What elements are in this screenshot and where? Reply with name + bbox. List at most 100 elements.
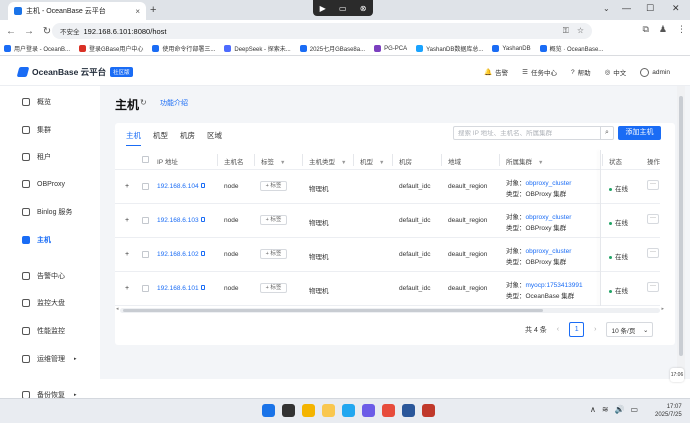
maximize-button[interactable]: ☐ — [646, 3, 654, 14]
cluster-link[interactable]: obproxy_cluster — [526, 214, 572, 221]
header-item-task[interactable]: ☰ 任务中心 — [522, 67, 557, 77]
profile-icon[interactable]: ♟ — [659, 24, 667, 35]
bookmark-item[interactable]: YashanDB数据库总... — [416, 44, 483, 53]
omnibox[interactable]: 不安全 192.168.6.101:8080/host ⚿ ☆ — [52, 23, 592, 39]
tab-3[interactable]: 区域 — [207, 130, 222, 146]
expand-row-icon[interactable]: + — [125, 285, 129, 292]
filter-icon[interactable]: ▼ — [538, 160, 543, 166]
bookmark-item[interactable]: YashanDB — [492, 45, 531, 52]
forward-icon[interactable]: → — [22, 26, 36, 37]
prev-page-icon[interactable]: ‹ — [557, 326, 559, 333]
copy-icon[interactable] — [200, 251, 205, 256]
sidebar-item-0[interactable]: 概览 — [0, 93, 100, 111]
bookmark-item[interactable]: 2025七月GBase8a... — [299, 44, 365, 53]
more-actions-button[interactable]: ··· — [647, 282, 659, 292]
show-hidden-icons-icon[interactable]: ∧ — [590, 405, 596, 414]
header-item-bell[interactable]: 🔔 告警 — [484, 67, 508, 77]
filter-icon[interactable]: ▼ — [280, 160, 285, 166]
row-checkbox[interactable] — [142, 183, 149, 190]
more-actions-button[interactable]: ··· — [647, 180, 659, 190]
search-input[interactable] — [454, 129, 600, 137]
column-header-status[interactable]: 状态 — [609, 156, 622, 166]
notification-time[interactable]: 17:06 — [670, 368, 684, 382]
select-all-checkbox[interactable] — [142, 156, 149, 163]
scroll-right-icon[interactable]: ▸ — [661, 306, 664, 312]
add-tag-button[interactable]: + 标签 — [260, 249, 287, 259]
row-checkbox[interactable] — [142, 251, 149, 258]
security-warning[interactable]: 不安全 — [60, 26, 80, 36]
column-header-host-type[interactable]: 主机类型 ▼ — [309, 156, 346, 166]
bookmark-item[interactable]: 概览 · OceanBase... — [539, 44, 603, 53]
app-logo[interactable]: OceanBase 云平台 社区版 — [16, 66, 133, 78]
browser-menu-icon[interactable]: ⋮ — [677, 24, 686, 35]
chrome-icon[interactable] — [302, 404, 315, 417]
host-ip-link[interactable]: 192.168.6.104 — [157, 183, 205, 190]
bookmark-item[interactable]: 登录GBase用户中心 — [79, 44, 143, 53]
more-actions-button[interactable]: ··· — [647, 214, 659, 224]
wifi-icon[interactable]: ≋ — [602, 405, 609, 414]
more-actions-button[interactable]: ··· — [647, 248, 659, 258]
add-tag-button[interactable]: + 标签 — [260, 215, 287, 225]
header-item-user[interactable]: admin — [640, 67, 670, 77]
expand-row-icon[interactable]: + — [125, 251, 129, 258]
play-icon[interactable]: ▶ — [320, 4, 326, 13]
column-header-ip[interactable]: IP 地址 — [157, 156, 178, 166]
sidebar-item-4[interactable]: Binlog 服务 — [0, 203, 100, 221]
column-header-hostname[interactable]: 主机名 — [224, 156, 244, 166]
file-explorer-icon[interactable] — [322, 404, 335, 417]
copy-icon[interactable] — [200, 285, 205, 290]
system-clock[interactable]: 17:07 2025/7/25 — [655, 403, 682, 419]
game-icon[interactable] — [382, 404, 395, 417]
vscode-icon[interactable] — [342, 404, 355, 417]
row-checkbox[interactable] — [142, 285, 149, 292]
host-ip-link[interactable]: 192.168.6.102 — [157, 251, 205, 258]
horizontal-scrollbar[interactable]: ◂ ▸ — [116, 306, 664, 313]
cluster-link[interactable]: myocp:1753413991 — [526, 282, 583, 289]
browser-tab[interactable]: 主机 - OceanBase 云平台 × — [8, 2, 146, 20]
bookmark-star-icon[interactable]: ☆ — [577, 26, 584, 36]
expand-row-icon[interactable]: + — [125, 183, 129, 190]
back-icon[interactable]: ← — [4, 26, 18, 37]
tab-1[interactable]: 机型 — [153, 130, 168, 146]
screen-icon[interactable]: ▭ — [339, 4, 347, 13]
column-header-tag[interactable]: 标签 ▼ — [261, 156, 285, 166]
tab-2[interactable]: 机房 — [180, 130, 195, 146]
search-icon[interactable]: ⌕ — [600, 127, 613, 139]
stop-icon[interactable]: ⊗ — [360, 4, 367, 13]
snipping-icon[interactable] — [362, 404, 375, 417]
extensions-icon[interactable]: ⧉ — [642, 24, 648, 35]
windows-start-icon[interactable] — [262, 404, 275, 417]
column-header-actions[interactable]: 操作 — [647, 156, 660, 166]
sidebar-item-1[interactable]: 集群 — [0, 121, 100, 139]
word-icon[interactable] — [402, 404, 415, 417]
host-ip-link[interactable]: 192.168.6.101 — [157, 285, 205, 292]
tab-search-icon[interactable]: ⌄ — [603, 4, 610, 13]
sidebar-item-7[interactable]: 监控大盘 — [0, 294, 100, 312]
column-header-model[interactable]: 机型 ▼ — [360, 156, 384, 166]
scrollbar-thumb[interactable] — [123, 309, 543, 312]
header-item-language[interactable]: ◎ 中文 — [605, 67, 627, 77]
volume-icon[interactable]: 🔊 — [615, 405, 625, 414]
add-tag-button[interactable]: + 标签 — [260, 283, 287, 293]
scroll-left-icon[interactable]: ◂ — [116, 306, 119, 312]
expand-row-icon[interactable]: + — [125, 217, 129, 224]
cluster-link[interactable]: obproxy_cluster — [526, 248, 572, 255]
add-tag-button[interactable]: + 标签 — [260, 181, 287, 191]
header-item-help[interactable]: ? 帮助 — [571, 67, 591, 78]
minimize-button[interactable]: — — [622, 3, 631, 13]
column-header-region[interactable]: 地域 — [448, 156, 461, 166]
sidebar-item-5[interactable]: 主机 — [0, 231, 100, 249]
bookmark-item[interactable]: DeepSeek - 探索未... — [224, 44, 291, 53]
battery-icon[interactable]: ▭ — [631, 405, 639, 414]
row-checkbox[interactable] — [142, 217, 149, 224]
add-host-button[interactable]: 添加主机 — [618, 126, 661, 140]
next-page-icon[interactable]: › — [594, 326, 596, 333]
sidebar-item-2[interactable]: 租户 — [0, 148, 100, 166]
vertical-scrollbar[interactable] — [677, 86, 685, 379]
bookmark-item[interactable]: 用户登录 - OceanB... — [4, 44, 70, 53]
filter-icon[interactable]: ▼ — [379, 160, 384, 166]
page-size-select[interactable]: 10 条/页 ⌄ — [606, 322, 654, 337]
window-close-button[interactable]: ✕ — [672, 3, 680, 14]
tab-0[interactable]: 主机 — [126, 130, 141, 146]
app-icon[interactable] — [422, 404, 435, 417]
